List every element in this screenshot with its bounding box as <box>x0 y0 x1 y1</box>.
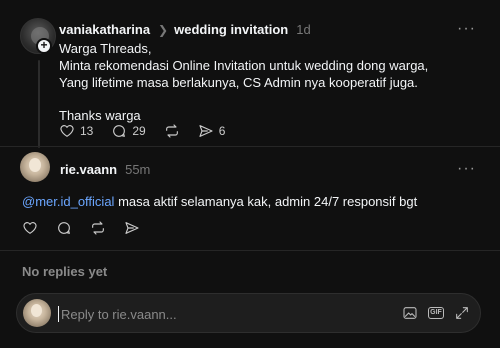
no-replies-label: No replies yet <box>22 264 108 279</box>
like-button[interactable] <box>22 220 38 236</box>
send-icon <box>125 222 139 234</box>
repost-icon <box>92 221 104 235</box>
repost-icon <box>165 124 178 138</box>
reply-body: masa aktif selamanya kak, admin 24/7 res… <box>114 194 418 209</box>
image-button[interactable] <box>402 305 418 321</box>
reply-meta: rie.vaann 55m <box>60 162 150 177</box>
post-line: Minta rekomendasi Online Invitation untu… <box>59 58 429 73</box>
reply-text: @mer.id_official masa aktif selamanya ka… <box>22 194 417 209</box>
thread-line <box>38 60 40 148</box>
share-count: 6 <box>218 124 226 138</box>
chevron-right-icon: ❯ <box>158 22 169 37</box>
comment-icon <box>113 125 126 137</box>
comment-button[interactable]: 29 <box>111 123 146 139</box>
send-icon <box>199 125 213 137</box>
post-username[interactable]: vaniakatharina <box>59 22 150 37</box>
reply-more-options-icon[interactable]: ··· <box>457 160 476 178</box>
post-actions: 13 29 6 <box>59 123 243 139</box>
comment-count: 29 <box>132 124 146 138</box>
composer-tools: GIF <box>392 305 470 321</box>
post-time: 1d <box>296 22 311 37</box>
reply-input[interactable] <box>61 304 341 324</box>
reply-avatar[interactable] <box>20 152 50 182</box>
gif-button[interactable]: GIF <box>428 305 444 321</box>
share-button[interactable]: 6 <box>198 123 226 139</box>
heart-icon <box>60 125 74 137</box>
comment-icon <box>58 222 70 234</box>
divider <box>0 250 500 251</box>
divider <box>0 146 500 147</box>
post-body: Warga Threads, Minta rekomendasi Online … <box>59 40 428 124</box>
heart-icon <box>23 222 37 234</box>
post-closing: Thanks warga <box>59 108 141 123</box>
comment-button[interactable] <box>56 220 72 236</box>
post-line: Yang lifetime masa berlakunya, CS Admin … <box>59 75 418 90</box>
text-caret <box>58 306 59 322</box>
repost-button[interactable] <box>90 220 106 236</box>
composer-avatar <box>23 299 51 327</box>
expand-button[interactable] <box>454 305 470 321</box>
post-meta: vaniakatharina ❯ wedding invitation 1d <box>59 22 311 37</box>
expand-icon <box>456 307 468 319</box>
like-button[interactable]: 13 <box>59 123 93 139</box>
follow-plus-icon[interactable]: + <box>36 38 52 54</box>
post-topic[interactable]: wedding invitation <box>174 22 288 37</box>
gif-icon: GIF <box>428 307 444 319</box>
post-line: Warga Threads, <box>59 41 152 56</box>
reply-actions <box>22 220 158 236</box>
share-button[interactable] <box>124 220 140 236</box>
like-count: 13 <box>80 124 94 138</box>
mention-link[interactable]: @mer.id_official <box>22 194 114 209</box>
image-icon <box>403 307 417 319</box>
more-options-icon[interactable]: ··· <box>457 20 476 38</box>
repost-button[interactable] <box>164 123 180 139</box>
reply-time: 55m <box>125 162 151 177</box>
reply-composer: GIF <box>16 293 481 333</box>
reply-username[interactable]: rie.vaann <box>60 162 117 177</box>
